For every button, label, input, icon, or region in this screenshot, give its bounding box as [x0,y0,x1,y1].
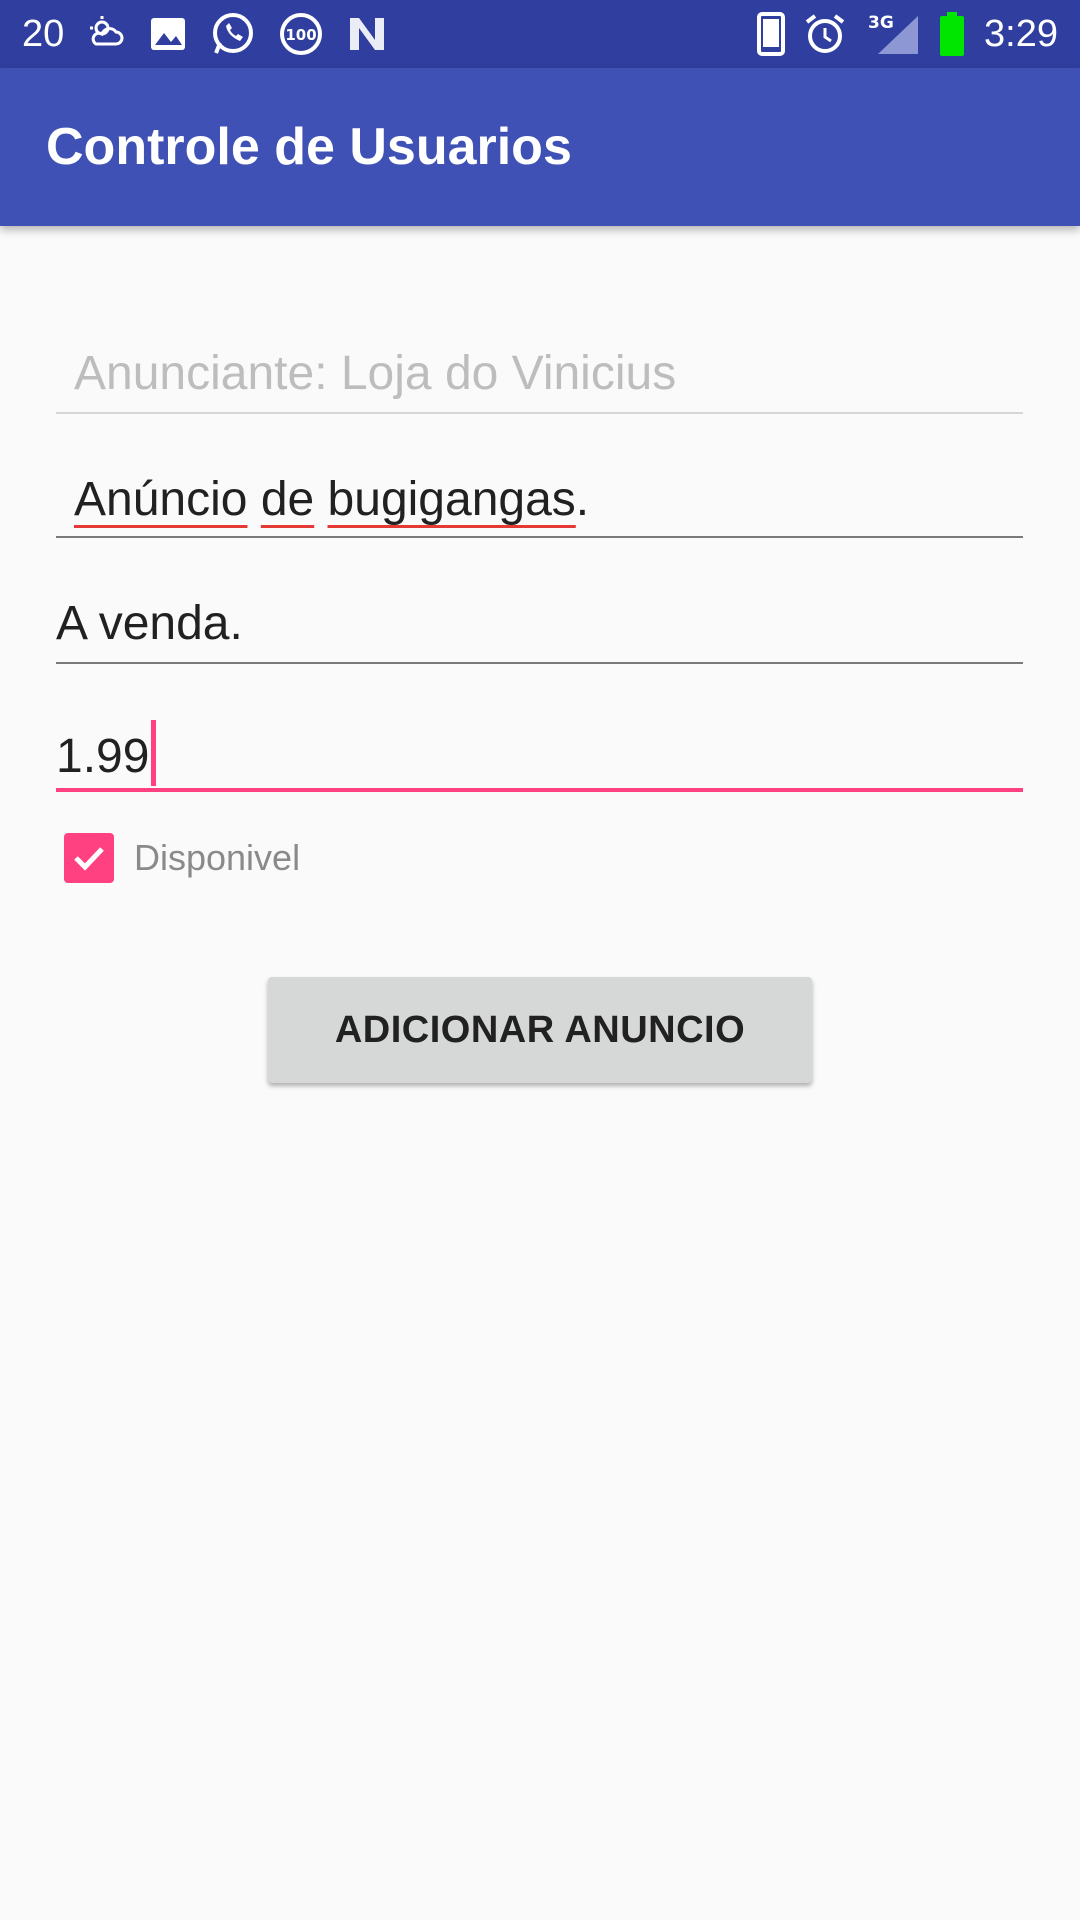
svg-text:100: 100 [286,26,317,44]
price-underline [56,788,1023,792]
description-field[interactable]: A venda. [56,590,1023,664]
description-value: A venda. [56,597,243,650]
available-checkbox[interactable] [64,833,114,883]
text-caret [151,720,157,786]
status-right: 3G 3:29 [756,0,1058,68]
available-checkbox-row[interactable]: Disponivel [64,832,300,884]
n-logo-icon [346,14,388,54]
clock: 3:29 [984,12,1058,55]
title-word-3: bugigangas [327,473,576,526]
advertiser-underline [56,412,1023,414]
advertiser-field[interactable]: Anunciante: Loja do Vinicius [56,340,1023,414]
price-value: 1.99 [56,730,150,783]
app-bar: Controle de Usuarios [0,68,1080,226]
battery-icon [938,11,966,57]
title-word-1: Anúncio [74,473,248,526]
check-icon [74,847,104,871]
advertiser-placeholder: Anunciante: Loja do Vinicius [74,347,677,400]
title-underline [56,536,1023,538]
whatsapp-icon [210,11,256,57]
price-value-wrap: 1.99 [56,720,157,786]
title-punct: . [575,473,590,526]
description-underline [56,662,1023,664]
badge-100-icon: 100 [278,11,324,57]
title-value: Anúncio de bugigangas. [74,472,589,527]
image-icon [148,14,188,54]
title-field[interactable]: Anúncio de bugigangas. [56,466,1023,538]
status-left: 20 100 [22,0,388,68]
weather-icon [86,14,126,54]
add-ad-button[interactable]: ADICIONAR ANUNCIO [268,977,812,1083]
svg-text:3G: 3G [868,13,894,33]
title-word-2: de [260,473,315,526]
alarm-icon [804,13,846,55]
available-label: Disponivel [134,837,301,878]
notification-count: 20 [22,12,65,55]
signal-icon: 3G [864,12,920,56]
price-field[interactable]: 1.99 [56,712,1023,792]
app-title: Controle de Usuarios [46,118,572,176]
phone-icon [756,12,786,56]
status-bar: 20 100 3G 3:29 [0,0,1080,68]
